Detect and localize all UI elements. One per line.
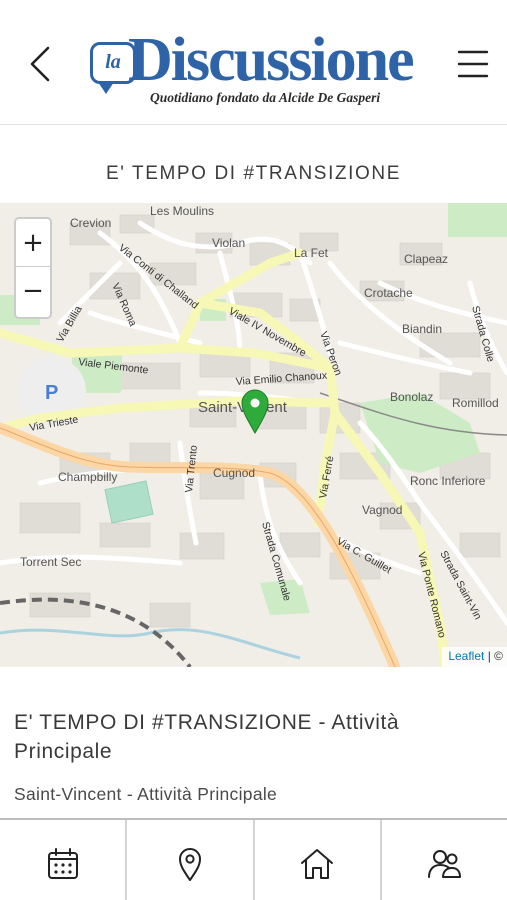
menu-button[interactable]: [452, 44, 494, 84]
event-location: Saint-Vincent - Attività Principale: [14, 784, 278, 804]
calendar-icon: [47, 848, 78, 879]
tab-map[interactable]: [127, 820, 255, 900]
newspaper-logo[interactable]: la Discussione Quotidiano fondato da Alc…: [86, 26, 426, 110]
page-title: E' TEMPO DI #TRANSIZIONE: [105, 163, 402, 184]
map-label-crevion: Crevion: [70, 216, 111, 230]
tab-home[interactable]: [255, 820, 382, 900]
map-label-vagnod: Vagnod: [362, 503, 402, 517]
logo-badge-text: la: [105, 51, 121, 73]
tab-users[interactable]: [382, 820, 507, 900]
map-view[interactable]: P Crevion Les Moulins Violan La Fet Clap…: [0, 203, 507, 667]
attribution-text: | ©: [484, 649, 503, 663]
zoom-in-button[interactable]: +: [16, 219, 50, 267]
tab-calendar[interactable]: [0, 820, 128, 900]
map-label-biandin: Biandin: [402, 322, 442, 336]
map-attribution: Leaflet | ©: [442, 647, 507, 667]
river: [0, 628, 301, 660]
map-label-la-fet: La Fet: [294, 246, 329, 260]
map-pin-icon: [178, 848, 201, 881]
bottom-tab-bar: [0, 818, 507, 900]
map-label-ronc-inferiore: Ronc Inferiore: [410, 474, 486, 488]
chevron-left-icon: [30, 46, 50, 82]
hamburger-menu-icon: [457, 50, 489, 78]
leaflet-link[interactable]: Leaflet: [448, 649, 484, 663]
event-title: E' TEMPO DI #TRANSIZIONE - Attività Prin…: [14, 711, 400, 763]
back-button[interactable]: [22, 42, 62, 86]
map-label-bonolaz: Bonolaz: [390, 390, 433, 404]
map-label-torrent-sec: Torrent Sec: [20, 555, 81, 569]
zoom-controls: + −: [14, 217, 52, 319]
street-label-via-ferre: Via Ferré: [317, 455, 336, 500]
street-label-via-trento: Via Trento: [183, 444, 200, 493]
users-icon: [428, 850, 462, 878]
map-tiles[interactable]: P Crevion Les Moulins Violan La Fet Clap…: [0, 203, 507, 667]
logo-wordmark: Discussione: [128, 26, 415, 94]
map-label-les-moulins: Les Moulins: [150, 204, 214, 218]
map-label-crotache: Crotache: [364, 286, 413, 300]
logo-tagline: Quotidiano fondato da Alcide De Gasperi: [150, 90, 381, 105]
map-label-clapeaz: Clapeaz: [404, 252, 448, 266]
home-icon: [301, 849, 334, 879]
logo-badge-tail: [98, 82, 114, 94]
app-header: la Discussione Quotidiano fondato da Alc…: [0, 0, 507, 125]
sports-field: [104, 480, 154, 524]
map-label-violan: Violan: [212, 236, 245, 250]
map-label-romillod: Romillod: [452, 396, 499, 410]
map-label-champbilly: Champbilly: [58, 470, 117, 484]
zoom-out-button[interactable]: −: [16, 267, 50, 315]
map-label-parking: P: [45, 382, 58, 404]
map-label-cugnod: Cugnod: [213, 466, 255, 480]
